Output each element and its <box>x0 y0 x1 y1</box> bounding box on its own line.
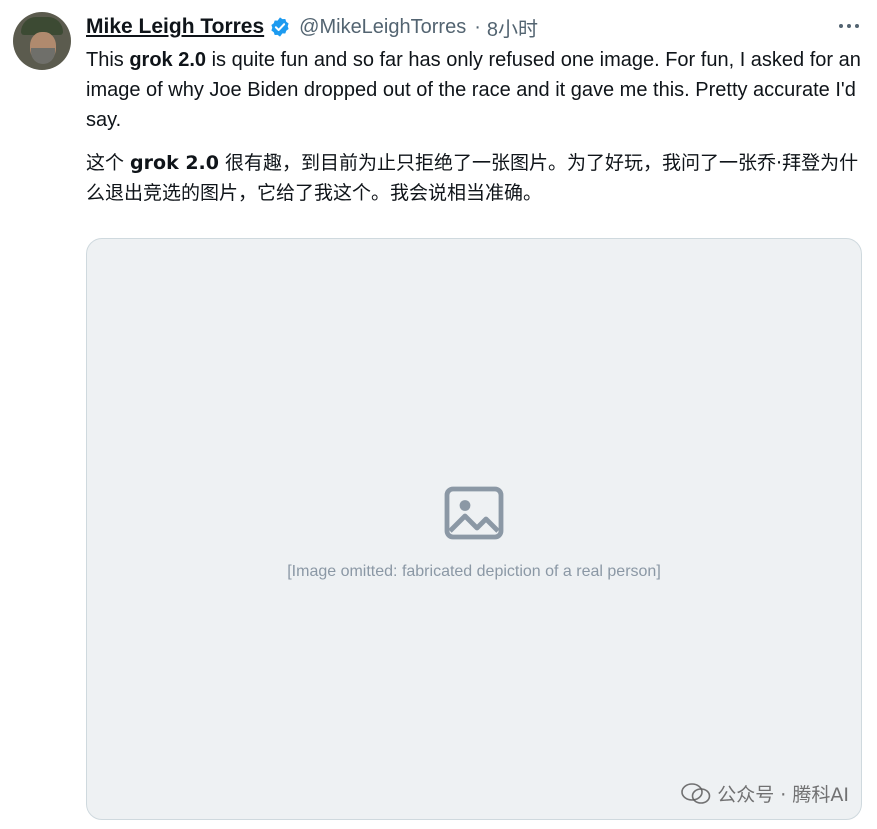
media-placeholder: [Image omitted: fabricated depiction of … <box>287 477 661 581</box>
tweet-media-placeholder[interactable]: [Image omitted: fabricated depiction of … <box>86 238 862 820</box>
tweet-text-chinese: 这个 grok 2.0 很有趣，到目前为止只拒绝了一张图片。为了好玩，我问了一张… <box>86 152 859 204</box>
separator: · <box>474 15 481 38</box>
author-name[interactable]: Mike Leigh Torres <box>86 15 264 39</box>
timestamp[interactable]: 8小时 <box>487 13 538 42</box>
watermark-text: 公众号 · 腾科AI <box>717 784 849 806</box>
verified-badge-icon <box>271 17 289 37</box>
watermark: 公众号 · 腾科AI <box>681 780 849 807</box>
tweet: Mike Leigh Torres @MikeLeighTorres · 8小时… <box>0 0 877 829</box>
tweet-header: Mike Leigh Torres @MikeLeighTorres · 8小时 <box>86 12 538 42</box>
more-options-icon[interactable] <box>837 16 861 36</box>
wechat-icon <box>681 782 711 804</box>
avatar[interactable] <box>13 12 71 70</box>
media-caption: [Image omitted: fabricated depiction of … <box>287 563 661 580</box>
author-handle[interactable]: @MikeLeighTorres <box>299 16 466 39</box>
image-icon <box>444 486 504 540</box>
tweet-text-english: This grok 2.0 is quite fun and so far ha… <box>86 49 861 131</box>
